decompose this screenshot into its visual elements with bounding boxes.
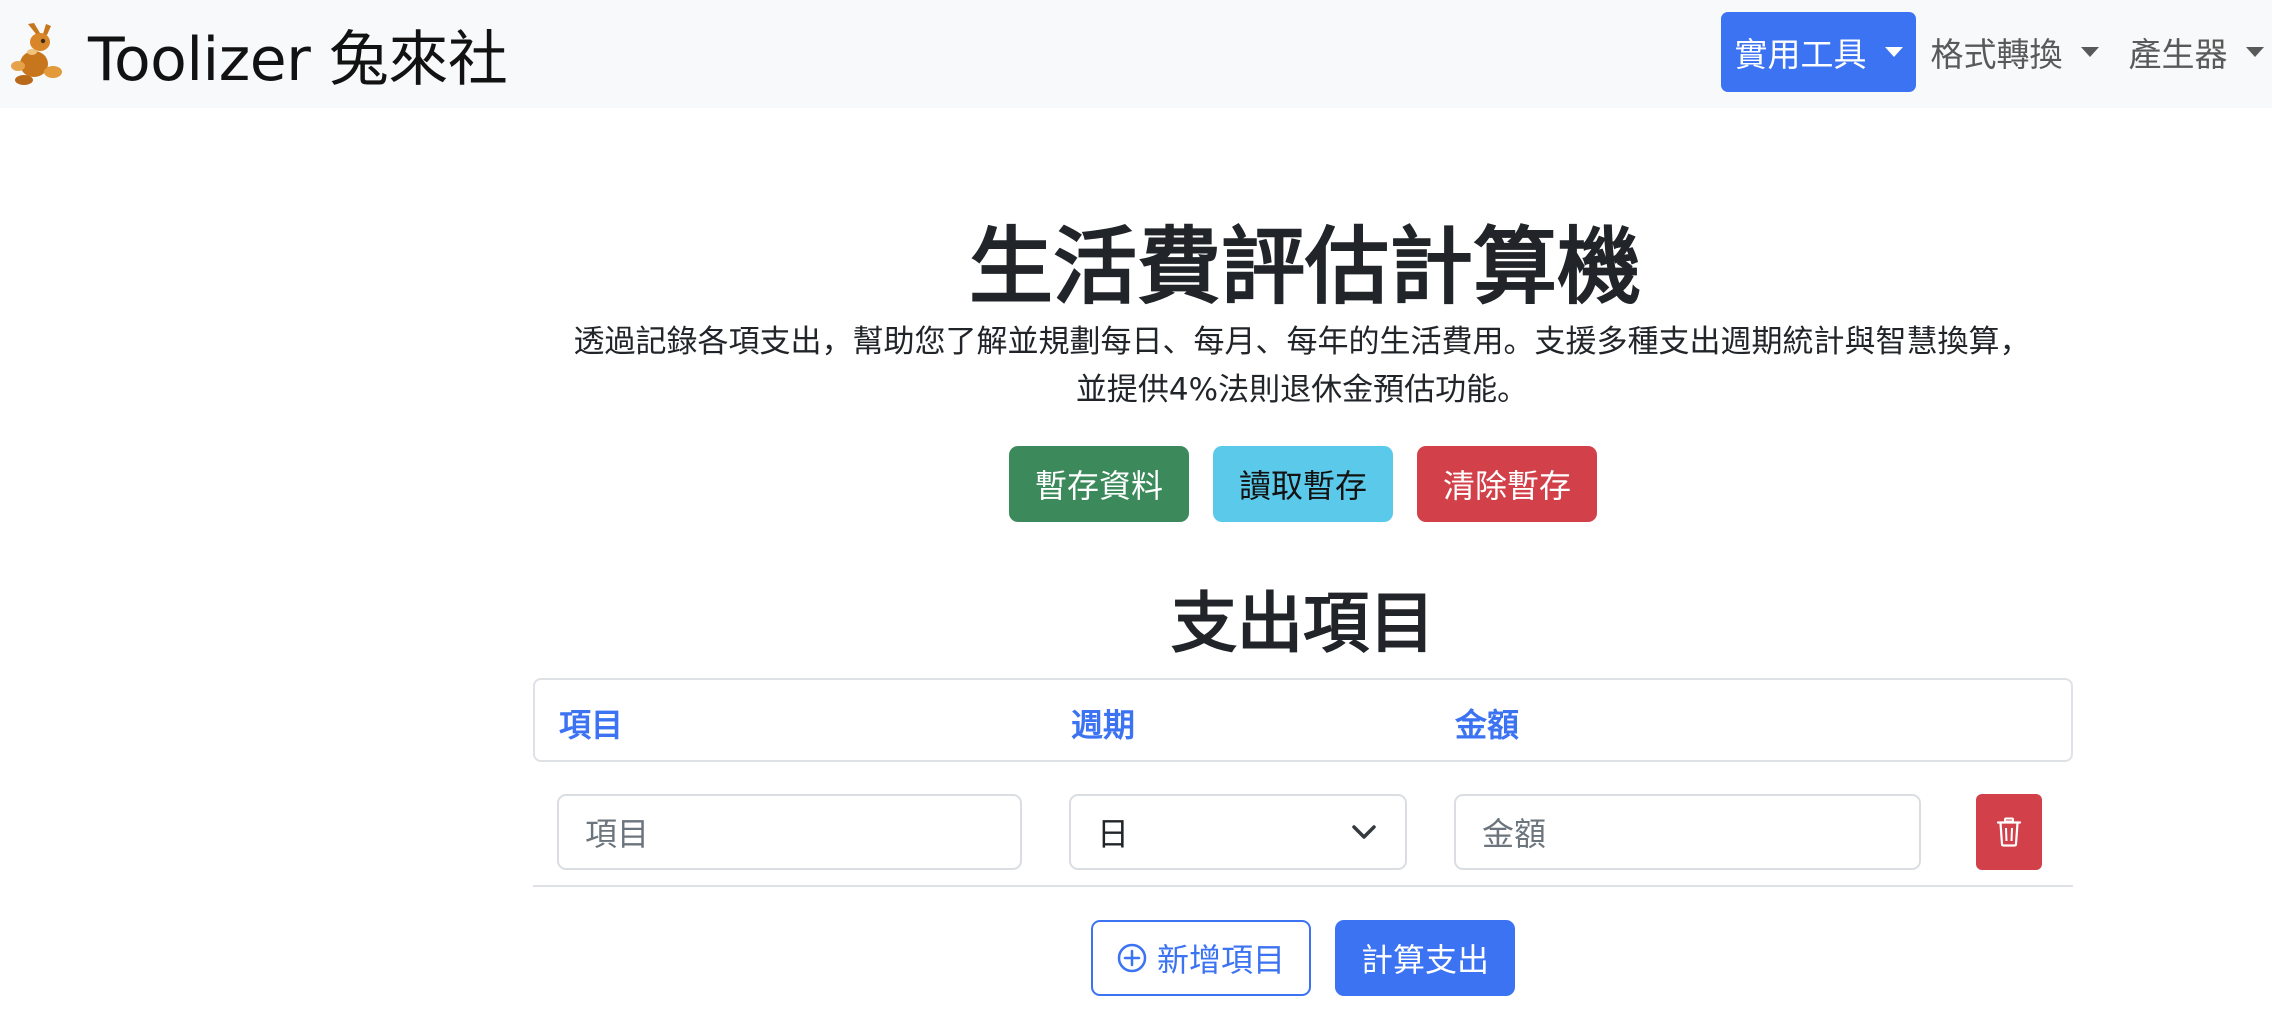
trash-icon bbox=[1996, 817, 2022, 847]
delete-row-button[interactable] bbox=[1976, 794, 2042, 870]
column-header-period: 週期 bbox=[1071, 706, 1136, 744]
caret-down-icon bbox=[2080, 47, 2099, 57]
plus-circle-icon bbox=[1117, 943, 1147, 973]
page-description: 透過記錄各項支出，幫助您了解並規劃每日、每月、每年的生活費用。支援多種支出週期統… bbox=[573, 324, 2031, 408]
item-name-input[interactable]: 項目 bbox=[557, 794, 1022, 870]
expenses-section-title: 支出項目 bbox=[1171, 585, 1435, 662]
navbar: Toolizer 兔來社 實用工具 格式轉換 產生器 bbox=[0, 0, 2272, 108]
expenses-table-header: 項目 週期 金額 bbox=[533, 678, 2073, 762]
nav-dropdown-tools[interactable]: 實用工具 bbox=[1721, 12, 1916, 92]
calculate-button[interactable]: 計算支出 bbox=[1335, 920, 1515, 996]
nav-dropdown-generator[interactable]: 產生器 bbox=[2126, 12, 2266, 92]
nav-label-tools: 實用工具 bbox=[1734, 35, 1867, 74]
period-select[interactable]: 日 bbox=[1069, 794, 1407, 870]
column-header-amount: 金額 bbox=[1455, 706, 1520, 744]
save-draft-button[interactable]: 暫存資料 bbox=[1009, 446, 1189, 522]
column-header-item: 項目 bbox=[559, 706, 624, 744]
brand-link[interactable]: Toolizer 兔來社 bbox=[10, 18, 508, 95]
amount-placeholder: 金額 bbox=[1482, 815, 1547, 853]
chevron-down-icon bbox=[1352, 825, 1376, 839]
caret-down-icon bbox=[2245, 47, 2264, 57]
add-item-label: 新增項目 bbox=[1156, 941, 1285, 979]
load-draft-button[interactable]: 讀取暫存 bbox=[1213, 446, 1393, 522]
period-select-value: 日 bbox=[1097, 815, 1130, 853]
row-divider bbox=[533, 885, 2073, 887]
clear-draft-button[interactable]: 清除暫存 bbox=[1417, 446, 1597, 522]
page-title: 生活費評估計算機 bbox=[968, 218, 1641, 316]
amount-input[interactable]: 金額 bbox=[1454, 794, 1921, 870]
nav-dropdown-convert[interactable]: 格式轉換 bbox=[1930, 12, 2099, 92]
nav-label-convert: 格式轉換 bbox=[1930, 35, 2063, 74]
rabbit-logo-icon bbox=[11, 23, 62, 85]
add-item-button[interactable]: 新增項目 bbox=[1091, 920, 1311, 996]
item-name-placeholder: 項目 bbox=[585, 815, 650, 853]
caret-down-icon bbox=[1884, 47, 1903, 57]
nav-label-generator: 產生器 bbox=[2128, 35, 2228, 74]
brand-name: Toolizer 兔來社 bbox=[88, 24, 508, 95]
